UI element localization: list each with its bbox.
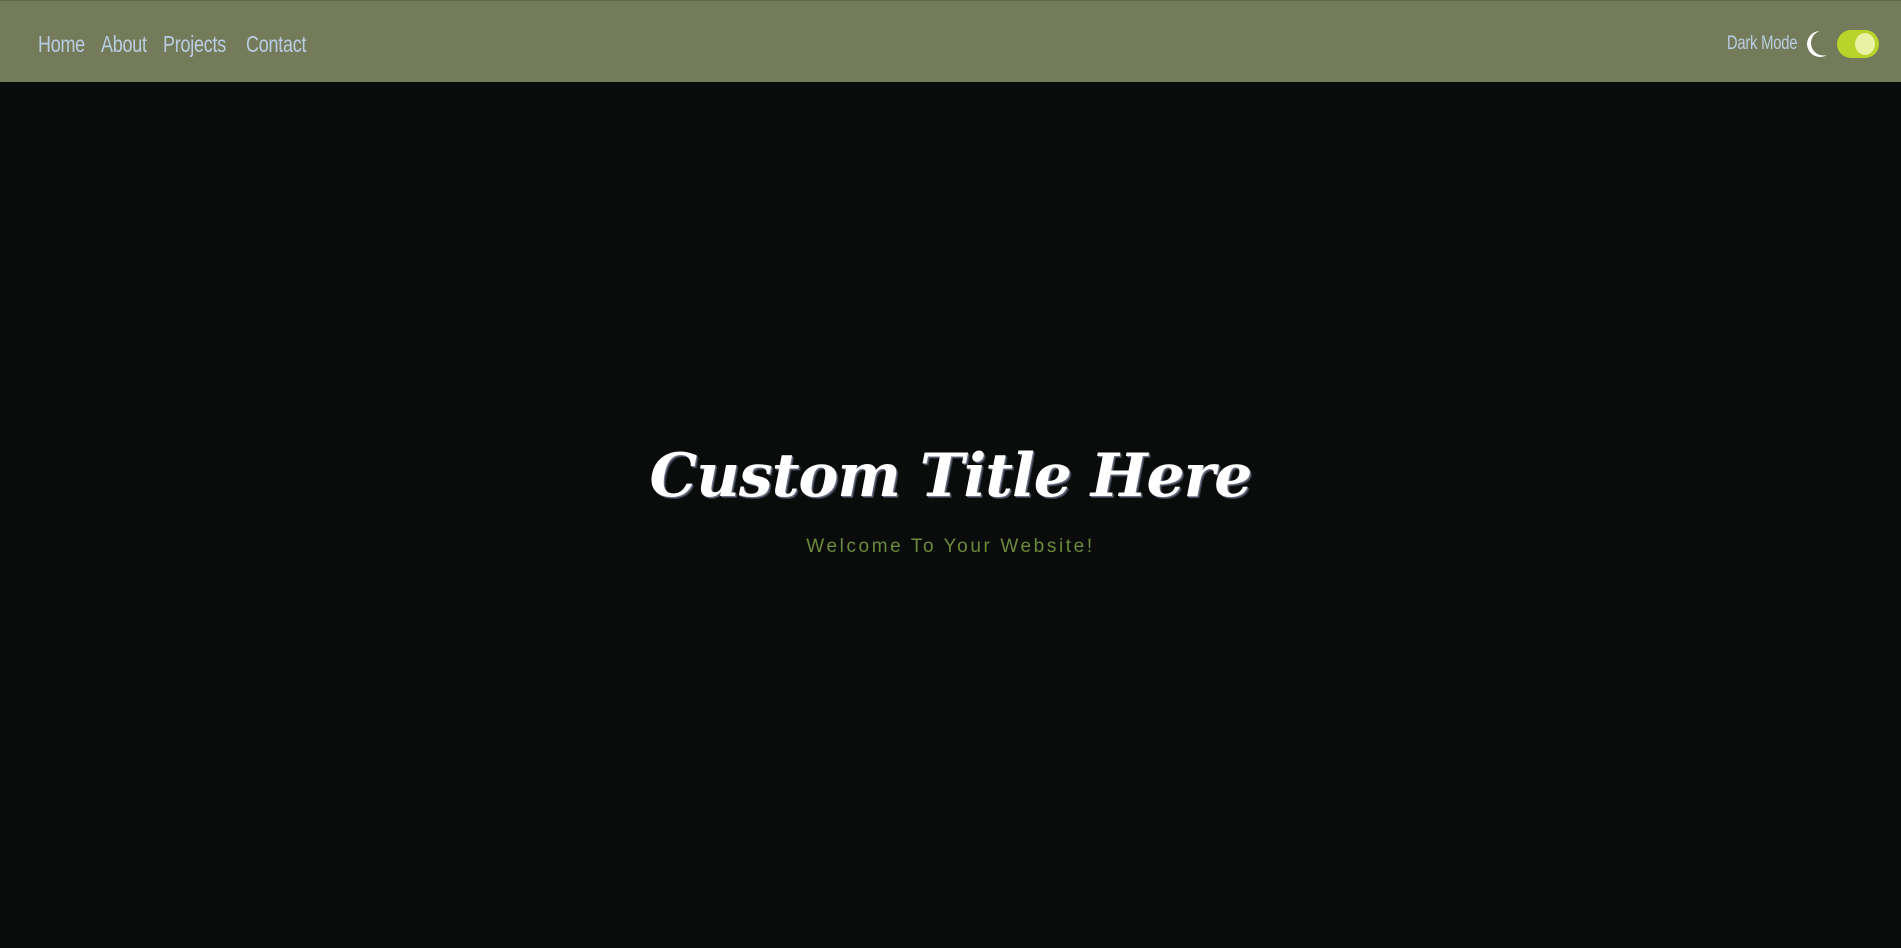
dark-mode-toggle[interactable] xyxy=(1837,30,1879,58)
top-navbar: Home About Projects Contact Dark Mode xyxy=(0,0,1901,82)
hero-title: Custom Title Here xyxy=(649,441,1253,511)
dark-mode-control: Dark Mode xyxy=(1707,27,1879,61)
dark-mode-label: Dark Mode xyxy=(1726,33,1798,54)
nav-link-projects[interactable]: Projects xyxy=(163,27,226,61)
hero-subtitle: Welcome To Your Website! xyxy=(806,536,1095,557)
nav-links: Home About Projects Contact xyxy=(38,27,314,61)
hero-section xyxy=(0,82,1901,948)
nav-link-home[interactable]: Home xyxy=(38,27,85,61)
moon-icon xyxy=(1807,31,1827,57)
toggle-knob xyxy=(1855,33,1875,55)
nav-link-contact[interactable]: Contact xyxy=(246,27,306,61)
nav-link-about[interactable]: About xyxy=(101,27,147,61)
